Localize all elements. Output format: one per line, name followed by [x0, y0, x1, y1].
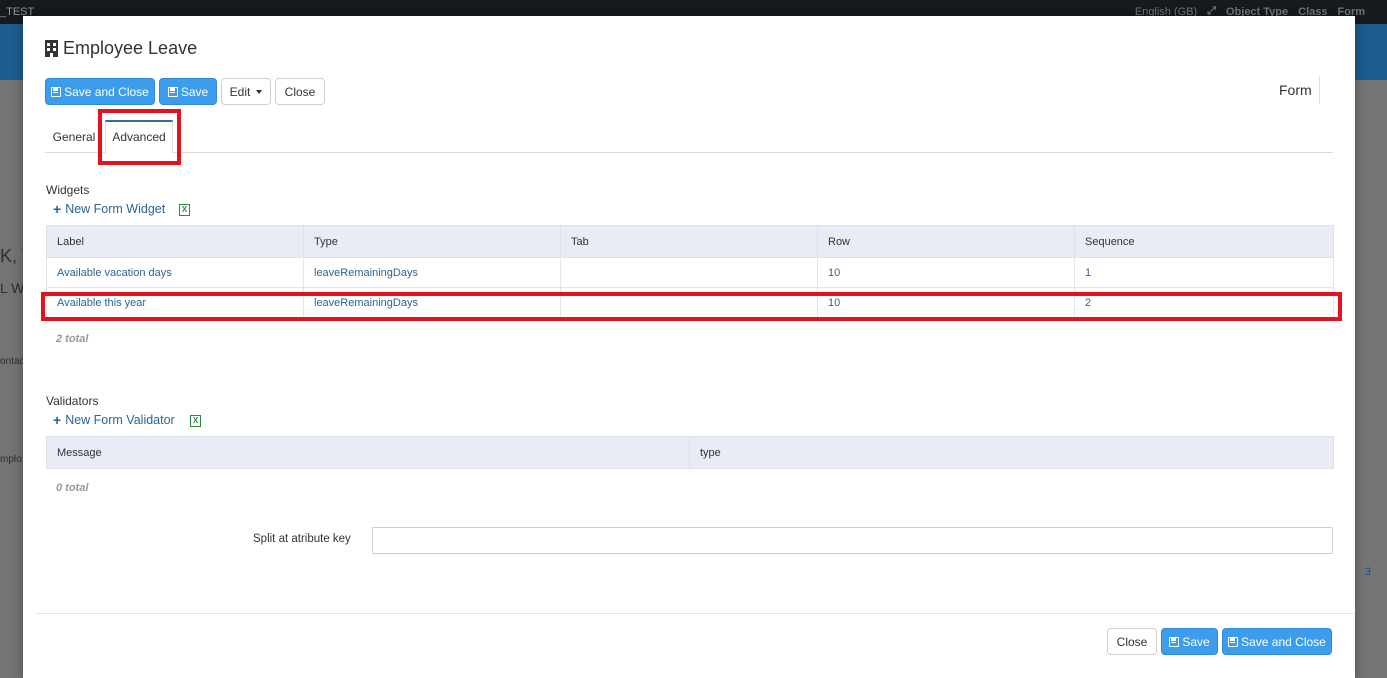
- column-header-label[interactable]: Label: [46, 225, 304, 258]
- save-and-close-label: Save and Close: [64, 84, 149, 99]
- background-right-panel: 3: [1355, 80, 1387, 678]
- save-icon: [1228, 636, 1239, 647]
- cell-type[interactable]: leaveRemainingDays: [303, 257, 561, 288]
- save-icon: [1169, 636, 1180, 647]
- column-header-sequence[interactable]: Sequence: [1074, 225, 1334, 258]
- background-fragment: mplo: [0, 454, 22, 465]
- background-fragment: K, T: [0, 246, 23, 266]
- widgets-table-header: Label Type Tab Row Sequence: [46, 225, 1334, 258]
- validators-total: 0 total: [56, 482, 89, 494]
- cell-tab[interactable]: [560, 257, 818, 288]
- modal-title-text: Employee Leave: [63, 38, 198, 58]
- excel-export-icon[interactable]: X: [179, 204, 190, 216]
- tab-advanced[interactable]: Advanced: [105, 120, 173, 153]
- employee-leave-modal: Employee Leave Save and Close Save Edit …: [23, 16, 1355, 678]
- footer-save-and-close-label: Save and Close: [1241, 634, 1326, 649]
- column-header-tab[interactable]: Tab: [560, 225, 818, 258]
- cell-sequence[interactable]: 2: [1074, 287, 1334, 318]
- save-icon: [51, 86, 62, 97]
- footer-close-button[interactable]: Close: [1107, 628, 1157, 655]
- plus-icon: +: [53, 201, 62, 217]
- save-label: Save: [180, 84, 209, 99]
- building-icon: [45, 40, 58, 57]
- cell-type[interactable]: leaveRemainingDays: [303, 287, 561, 318]
- background-header-right: [1355, 24, 1387, 80]
- close-button[interactable]: Close: [275, 78, 325, 105]
- new-form-validator-label: New Form Validator: [65, 413, 175, 427]
- new-form-validator-link[interactable]: + New Form Validator: [53, 413, 175, 427]
- validators-table-header: Message type: [46, 436, 1334, 469]
- footer-close-label: Close: [1116, 634, 1148, 649]
- tab-general[interactable]: General: [45, 120, 103, 153]
- new-form-widget-label: New Form Widget: [65, 202, 166, 216]
- footer-divider: [35, 613, 1355, 614]
- background-left-panel: K, T L W ontac mplo: [0, 80, 23, 678]
- column-header-type[interactable]: Type: [303, 225, 561, 258]
- footer-save-and-close-button[interactable]: Save and Close: [1222, 628, 1332, 655]
- column-header-row[interactable]: Row: [817, 225, 1075, 258]
- background-fragment: ontac: [0, 356, 23, 367]
- footer-save-button[interactable]: Save: [1161, 628, 1218, 655]
- save-button[interactable]: Save: [159, 78, 217, 105]
- close-label: Close: [284, 84, 316, 99]
- column-header-message[interactable]: Message: [46, 436, 690, 469]
- column-header-type[interactable]: type: [689, 436, 1334, 469]
- widgets-total: 2 total: [56, 333, 89, 345]
- cell-tab[interactable]: [560, 287, 818, 318]
- cell-label[interactable]: Available this year: [46, 287, 304, 318]
- save-and-close-button[interactable]: Save and Close: [45, 78, 155, 105]
- split-attribute-label: Split at atribute key: [253, 533, 351, 545]
- caret-down-icon: [256, 89, 263, 94]
- cell-row[interactable]: 10: [817, 257, 1075, 288]
- form-label: Form: [1279, 82, 1312, 98]
- table-row[interactable]: Available this year leaveRemainingDays 1…: [46, 287, 1334, 318]
- validators-table: Message type: [46, 436, 1334, 469]
- footer-save-label: Save: [1182, 634, 1210, 649]
- split-attribute-input[interactable]: [372, 527, 1333, 554]
- save-icon: [167, 86, 178, 97]
- widgets-table: Label Type Tab Row Sequence Available va…: [46, 225, 1334, 318]
- form-label-divider: [1319, 76, 1320, 104]
- excel-export-icon[interactable]: X: [190, 415, 201, 427]
- cell-sequence[interactable]: 1: [1074, 257, 1334, 288]
- tabs-divider: [45, 152, 1333, 153]
- background-header-left: [0, 24, 23, 80]
- cell-row[interactable]: 10: [817, 287, 1075, 318]
- edit-label: Edit: [229, 84, 251, 99]
- background-fragment: 3: [1365, 566, 1372, 578]
- new-form-widget-link[interactable]: + New Form Widget: [53, 202, 165, 216]
- background-fragment: L W: [0, 280, 23, 296]
- validators-section-label: Validators: [46, 394, 99, 408]
- cell-label[interactable]: Available vacation days: [46, 257, 304, 288]
- widgets-section-label: Widgets: [46, 183, 90, 197]
- modal-title: Employee Leave: [45, 38, 197, 59]
- edit-dropdown-button[interactable]: Edit: [221, 78, 271, 105]
- plus-icon: +: [53, 412, 62, 428]
- table-row[interactable]: Available vacation days leaveRemainingDa…: [46, 257, 1334, 288]
